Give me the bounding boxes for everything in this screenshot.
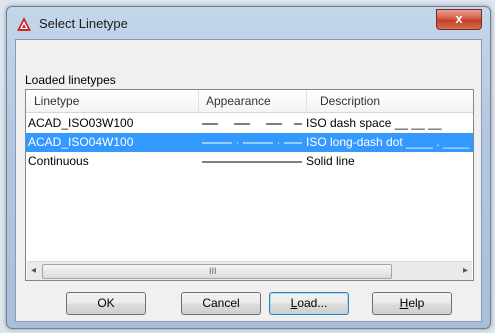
column-separator[interactable] [306, 90, 307, 112]
column-header-appearance[interactable]: Appearance [206, 94, 271, 108]
loaded-linetypes-label: Loaded linetypes [25, 73, 116, 87]
table-row-selected[interactable]: ACAD_ISO04W100 ISO long-dash dot ____ . … [26, 133, 473, 152]
cancel-button[interactable]: Cancel [181, 292, 261, 315]
table-row[interactable]: Continuous Solid line [26, 152, 473, 171]
linetype-list[interactable]: Linetype Appearance Description ACAD_ISO… [25, 89, 474, 281]
load-button[interactable]: Load... [269, 292, 349, 315]
close-icon: x [455, 11, 463, 26]
select-linetype-dialog: Select Linetype x Loaded linetypes Linet… [6, 6, 491, 329]
help-button-label-rest: elp [408, 296, 425, 310]
help-button[interactable]: Help [372, 292, 452, 315]
linetype-appearance-dash-space [202, 123, 302, 125]
dialog-body: Loaded linetypes Linetype Appearance Des… [15, 39, 482, 322]
close-button[interactable]: x [436, 9, 482, 30]
linetype-name: ACAD_ISO04W100 [28, 135, 134, 149]
horizontal-scrollbar[interactable]: ◂ III ▸ [27, 261, 472, 280]
title-bar[interactable]: Select Linetype x [7, 7, 490, 39]
linetype-description: ISO long-dash dot ____ . ____ [306, 135, 470, 149]
scroll-left-arrow-icon[interactable]: ◂ [31, 265, 36, 276]
table-row[interactable]: ACAD_ISO03W100 ISO dash space __ __ __ [26, 114, 473, 133]
dialog-title: Select Linetype [39, 16, 128, 31]
ok-button[interactable]: OK [66, 292, 146, 315]
linetype-name: Continuous [28, 154, 89, 168]
load-button-label-rest: oad... [297, 296, 328, 310]
linetype-description: Solid line [306, 154, 355, 168]
linetype-description: ISO dash space __ __ __ [306, 116, 442, 130]
column-separator[interactable] [198, 90, 199, 112]
linetype-appearance-solid [202, 161, 302, 163]
column-header-description[interactable]: Description [320, 94, 380, 108]
scrollbar-thumb[interactable]: III [42, 264, 392, 279]
column-header-linetype[interactable]: Linetype [34, 94, 79, 108]
linetype-appearance-long-dash-dot [202, 142, 302, 144]
linetype-name: ACAD_ISO03W100 [28, 116, 134, 130]
scroll-right-arrow-icon[interactable]: ▸ [463, 265, 468, 276]
autocad-app-icon [17, 17, 31, 31]
list-header: Linetype Appearance Description [26, 90, 473, 113]
scrollbar-grip-icon: III [209, 266, 217, 276]
